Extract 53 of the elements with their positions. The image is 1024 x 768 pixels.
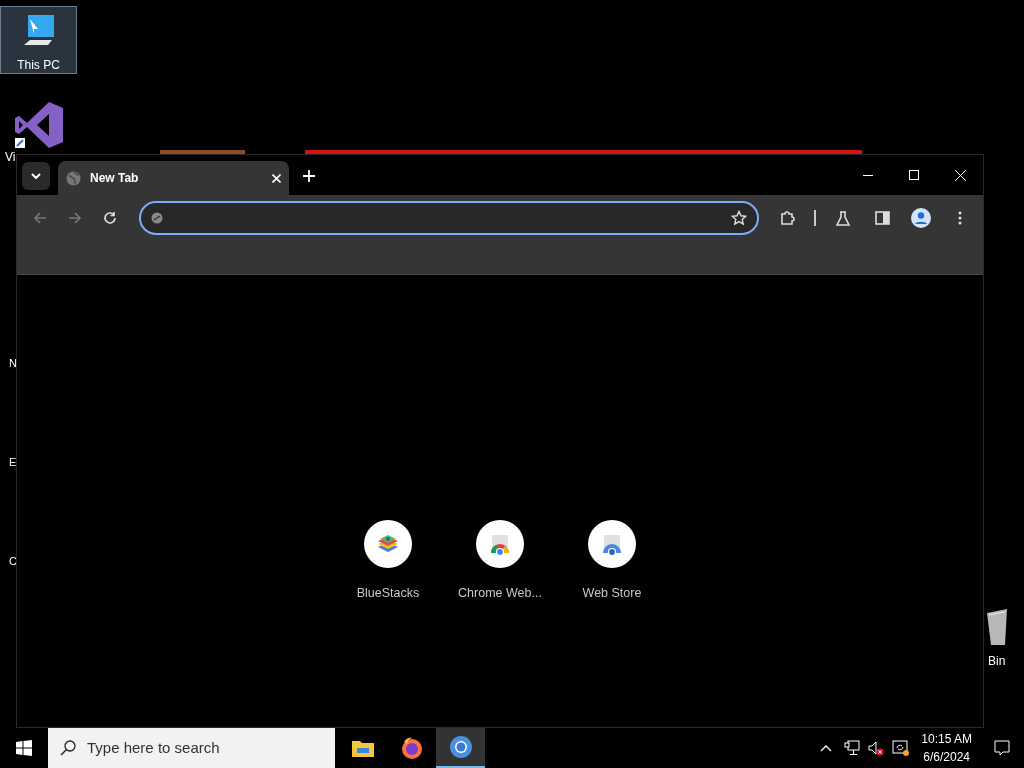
shortcut-tile[interactable] — [588, 520, 636, 568]
desktop-icon[interactable]: This PC — [0, 6, 77, 74]
tab-title: New Tab — [90, 170, 140, 187]
web-store-icon — [600, 532, 624, 556]
recycle-bin-icon — [985, 607, 1009, 647]
icon-label: Vi — [4, 150, 16, 164]
icon-label: Bin — [987, 654, 1006, 668]
clock-time[interactable]: 10:15 AM — [921, 730, 972, 748]
search-icon — [60, 740, 76, 756]
minimize-icon — [863, 174, 873, 176]
search-box[interactable]: Type here to search — [48, 728, 335, 768]
clock-date[interactable]: 6/6/2024 — [923, 748, 970, 766]
folder-icon — [351, 739, 374, 757]
sync-icon[interactable] — [892, 740, 910, 756]
search-field[interactable]: Type here to search — [87, 736, 323, 760]
reload-icon — [102, 211, 117, 225]
icon-label: C — [8, 553, 17, 569]
icon-label: E — [8, 454, 17, 470]
firefox-icon — [399, 736, 424, 760]
close-icon — [954, 169, 966, 181]
shortcut-tile[interactable] — [476, 520, 524, 568]
forward-arrow-icon — [67, 212, 82, 224]
icon-label: N — [8, 355, 17, 371]
side-panel-icon — [874, 211, 890, 225]
shortcut-tile[interactable] — [364, 520, 412, 568]
chevron-up-icon[interactable] — [820, 744, 833, 752]
icon-label: This PC — [17, 58, 60, 72]
flask-icon — [835, 210, 850, 226]
speech-bubble-icon — [994, 740, 1010, 756]
maximize-icon — [909, 170, 919, 180]
close-icon[interactable] — [272, 173, 281, 183]
shortcut-label[interactable]: Web Store — [582, 584, 642, 603]
menu-icon — [958, 211, 963, 225]
tab-search-button[interactable] — [22, 162, 50, 190]
visual-studio-icon — [15, 100, 65, 150]
plus-icon — [303, 170, 315, 182]
back-arrow-icon — [32, 212, 47, 224]
web-store-icon — [488, 532, 512, 556]
chevron-down-icon — [31, 173, 41, 179]
puzzle-icon — [779, 210, 796, 226]
avatar-icon — [911, 208, 932, 228]
speaker-muted-icon[interactable] — [868, 740, 885, 756]
globe-icon — [66, 170, 81, 186]
browser-tab[interactable]: New Tab — [58, 161, 289, 195]
network-icon[interactable] — [844, 740, 861, 756]
shortcut-label[interactable]: BlueStacks — [356, 584, 420, 603]
shortcut-label[interactable]: Chrome Web... — [458, 584, 542, 603]
taskbar-app-button[interactable] — [436, 728, 485, 768]
address-bar[interactable] — [138, 201, 760, 235]
windows-logo-icon — [16, 740, 32, 756]
site-icon — [150, 212, 163, 224]
star-icon[interactable] — [731, 210, 748, 226]
chromium-icon — [448, 735, 473, 759]
